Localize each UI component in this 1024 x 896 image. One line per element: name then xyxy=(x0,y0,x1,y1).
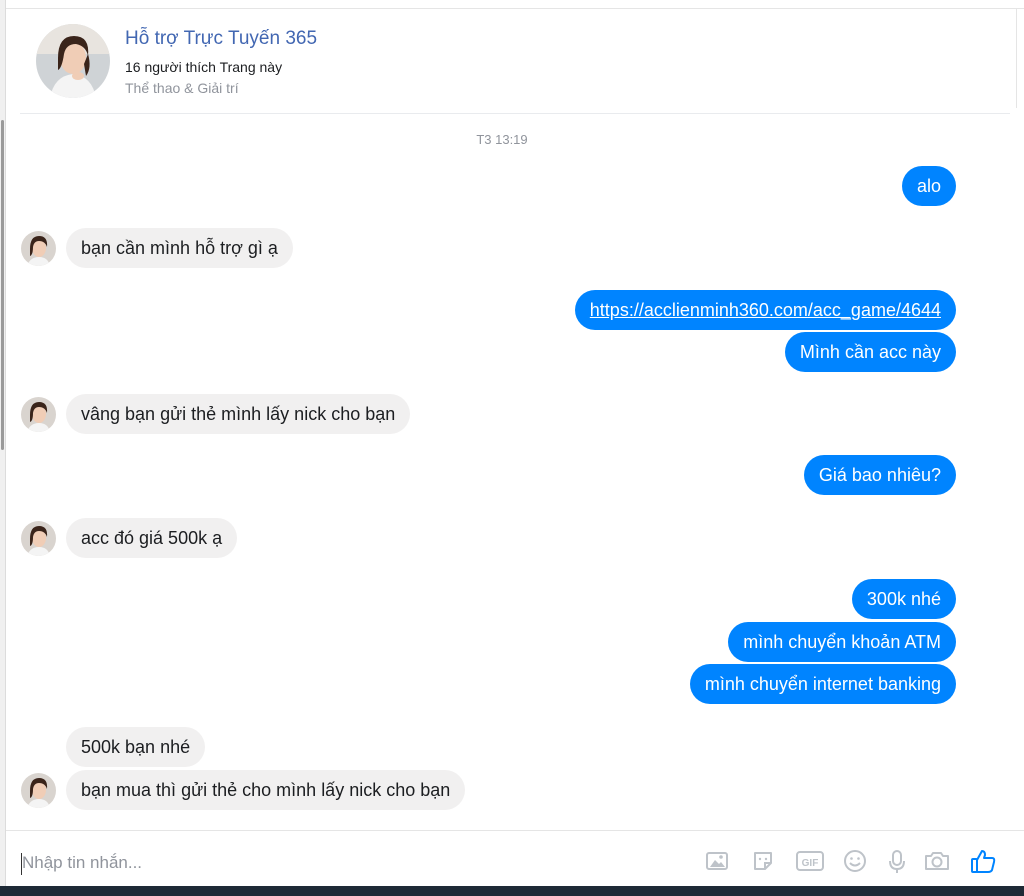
messenger-window: Hỗ trợ Trực Tuyến 365 16 người thích Tra… xyxy=(0,0,1024,896)
page-category: Thể thao & Giải trí xyxy=(125,80,239,96)
sender-avatar xyxy=(21,397,56,432)
sticker-icon[interactable] xyxy=(748,846,778,876)
incoming-message[interactable]: 500k bạn nhé xyxy=(66,727,206,767)
outgoing-message[interactable]: Mình cần acc này xyxy=(784,332,956,372)
page-avatar[interactable] xyxy=(36,24,110,98)
sender-avatar xyxy=(21,521,56,556)
sender-avatar xyxy=(21,773,56,808)
outgoing-message-link[interactable]: https://acclienminh360.com/acc_game/4644 xyxy=(574,290,956,330)
incoming-message[interactable]: acc đó giá 500k ạ xyxy=(66,518,238,558)
outgoing-message[interactable]: alo xyxy=(901,166,956,206)
scrollbar-thumb[interactable] xyxy=(1,120,4,450)
incoming-message[interactable]: bạn cần mình hỗ trợ gì ạ xyxy=(66,228,293,268)
incoming-message[interactable]: bạn mua thì gửi thẻ cho mình lấy nick ch… xyxy=(66,770,466,810)
message-timestamp: T3 13:19 xyxy=(476,132,528,147)
outgoing-message[interactable]: mình chuyển khoản ATM xyxy=(728,622,956,662)
incoming-message[interactable]: vâng bạn gửi thẻ mình lấy nick cho bạn xyxy=(66,394,411,434)
emoji-icon[interactable] xyxy=(840,846,870,876)
sender-avatar xyxy=(21,231,56,266)
camera-icon[interactable] xyxy=(922,846,952,876)
gif-label: GIF xyxy=(802,858,819,869)
page-header: Hỗ trợ Trực Tuyến 365 16 người thích Tra… xyxy=(20,16,1010,114)
outgoing-message[interactable]: Giá bao nhiêu? xyxy=(803,455,956,495)
page-title[interactable]: Hỗ trợ Trực Tuyến 365 xyxy=(125,28,317,50)
outgoing-message[interactable]: 300k nhé xyxy=(851,579,956,619)
taskbar-edge xyxy=(0,886,1024,896)
outgoing-message[interactable]: mình chuyển internet banking xyxy=(689,664,956,704)
thumbs-up-icon[interactable] xyxy=(968,846,998,876)
message-input[interactable]: Nhập tin nhắn... xyxy=(22,853,142,873)
divider xyxy=(6,8,1024,9)
page-likes-count: 16 người thích Trang này xyxy=(125,59,283,75)
divider xyxy=(1016,8,1024,108)
image-icon[interactable] xyxy=(702,846,732,876)
microphone-icon[interactable] xyxy=(882,846,912,876)
gif-icon[interactable]: GIF xyxy=(794,846,826,876)
